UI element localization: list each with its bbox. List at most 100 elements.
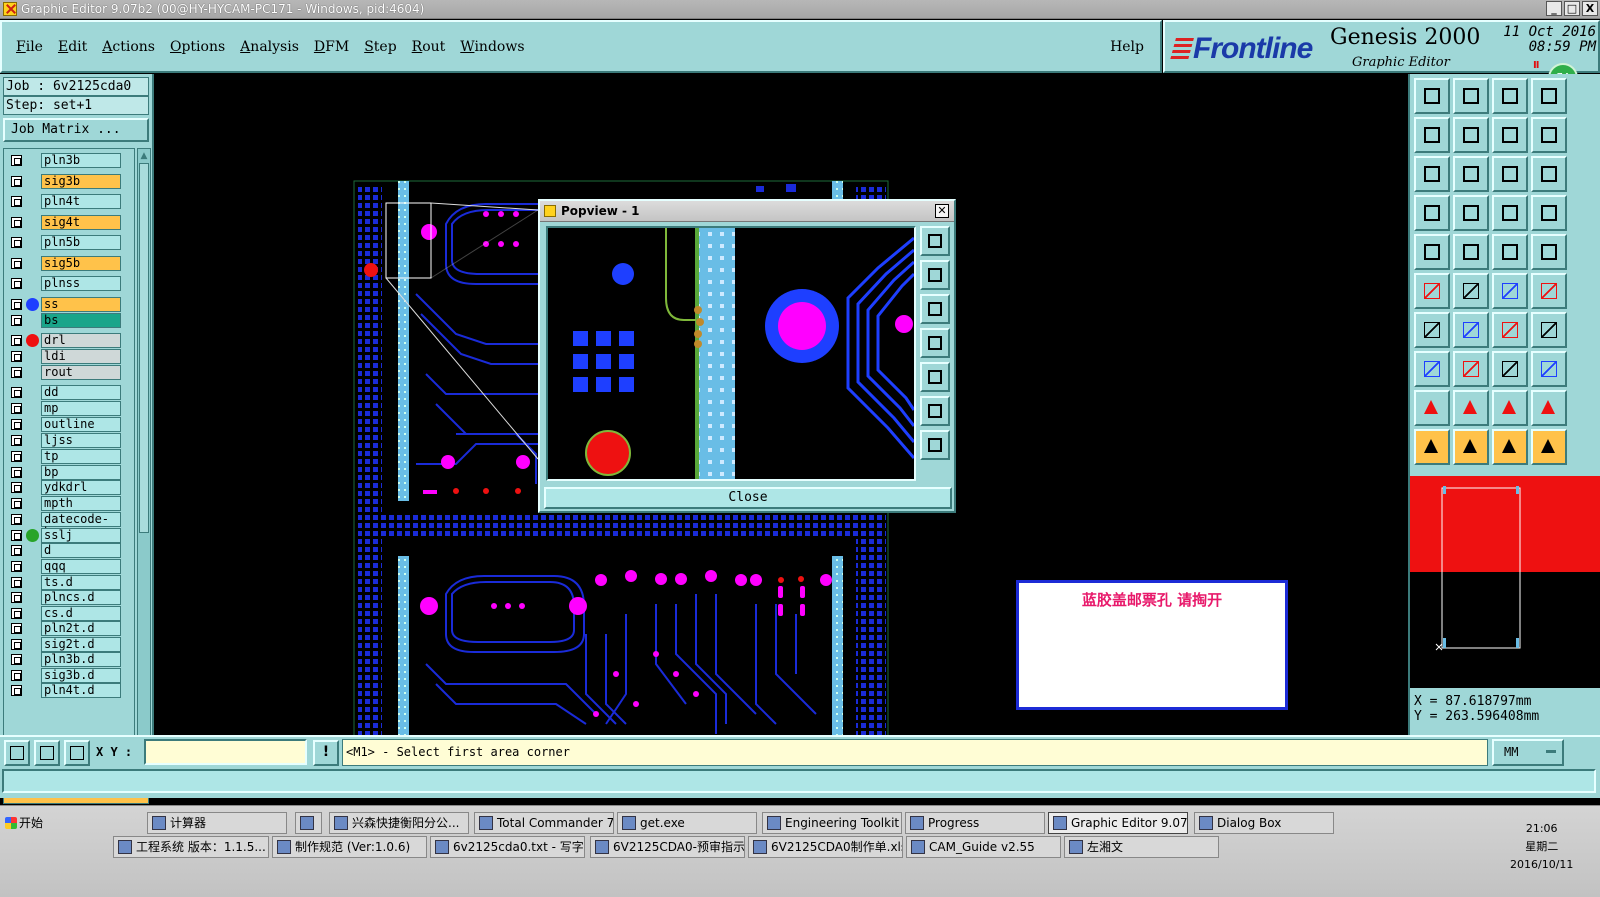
line-tool-button[interactable] bbox=[1414, 312, 1450, 348]
pointer-orange-button[interactable] bbox=[1492, 429, 1528, 465]
layer-checkbox[interactable] bbox=[11, 514, 22, 525]
layer-name[interactable]: outline bbox=[41, 417, 121, 432]
layer-row[interactable]: mp bbox=[4, 400, 134, 416]
layer-checkbox[interactable] bbox=[11, 654, 22, 665]
layer-checkbox[interactable] bbox=[11, 592, 22, 603]
popview-pan-right-button[interactable] bbox=[920, 362, 950, 392]
layer-name[interactable]: sig3b bbox=[41, 174, 121, 189]
layer-row[interactable]: plnss bbox=[4, 275, 134, 291]
pause-indicator[interactable]: II bbox=[1533, 60, 1540, 71]
layer-checkbox[interactable] bbox=[11, 498, 22, 509]
menu-dfm[interactable]: DFM bbox=[314, 39, 349, 55]
menu-windows[interactable]: Windows bbox=[460, 39, 524, 55]
layer-row[interactable]: sig4t bbox=[4, 214, 134, 230]
pointer-red-button[interactable] bbox=[1453, 429, 1489, 465]
layer-row[interactable]: sig3b.d bbox=[4, 667, 134, 683]
layer-checkbox[interactable] bbox=[11, 545, 22, 556]
taskbar-button[interactable] bbox=[295, 812, 322, 834]
resize-button[interactable] bbox=[1531, 351, 1567, 387]
overview-map[interactable] bbox=[1408, 476, 1600, 688]
layer-row[interactable]: cs.d bbox=[4, 605, 134, 621]
slash-tool-button[interactable] bbox=[1453, 312, 1489, 348]
layer-checkbox[interactable] bbox=[11, 639, 22, 650]
popview-canvas[interactable] bbox=[546, 226, 916, 481]
move-button[interactable] bbox=[1492, 273, 1528, 309]
menu-options[interactable]: Options bbox=[170, 39, 225, 55]
close-button[interactable]: X bbox=[1582, 1, 1598, 16]
pointer-button[interactable] bbox=[1414, 429, 1450, 465]
layer-name[interactable]: d bbox=[41, 543, 121, 558]
taskbar-button[interactable]: 6v2125cda0.txt - 写字板 bbox=[430, 836, 585, 858]
clock[interactable]: 21:06 星期二 2016/10/11 bbox=[1510, 820, 1573, 874]
taskbar-button[interactable]: 左湘文 bbox=[1064, 836, 1219, 858]
menu-actions[interactable]: Actions bbox=[102, 39, 155, 55]
layer-row[interactable]: ts.d bbox=[4, 574, 134, 590]
triangle-b-button[interactable] bbox=[1453, 390, 1489, 426]
layer-row[interactable]: pln2t.d bbox=[4, 620, 134, 636]
undo-zoom-button[interactable] bbox=[1492, 117, 1528, 153]
cut-line-button[interactable] bbox=[1453, 351, 1489, 387]
layer-name[interactable]: bs bbox=[41, 313, 121, 328]
layer-display-button[interactable] bbox=[1492, 195, 1528, 231]
layer-row[interactable]: ss bbox=[4, 296, 134, 312]
layer-row[interactable]: pln3b bbox=[4, 152, 134, 168]
layer-row[interactable]: pln4t.d bbox=[4, 682, 134, 698]
popview-zoom-out-button[interactable] bbox=[920, 430, 950, 460]
layer-row[interactable]: dd bbox=[4, 384, 134, 400]
scroll-up-icon[interactable]: ▲ bbox=[139, 151, 149, 161]
layer-name[interactable]: mp bbox=[41, 401, 121, 416]
layer-name[interactable]: ss bbox=[41, 297, 121, 312]
taskbar-button[interactable]: 工程系统 版本：1.1.5... bbox=[113, 836, 269, 858]
layer-name[interactable]: tp bbox=[41, 449, 121, 464]
layer-name[interactable]: drl bbox=[41, 333, 121, 348]
triangle-c-button[interactable] bbox=[1492, 390, 1528, 426]
layer-checkbox[interactable] bbox=[11, 530, 22, 541]
zoom-fit-button[interactable] bbox=[1414, 156, 1450, 192]
grid-mode-button[interactable] bbox=[64, 740, 90, 766]
zoom-center-button[interactable] bbox=[1453, 156, 1489, 192]
layer-checkbox[interactable] bbox=[11, 335, 22, 346]
layer-checkbox[interactable] bbox=[11, 419, 22, 430]
layer-checkbox[interactable] bbox=[11, 482, 22, 493]
taskbar-button[interactable]: Graphic Editor 9.07... bbox=[1048, 812, 1188, 834]
layer-row[interactable]: bs bbox=[4, 312, 134, 328]
menu-help[interactable]: Help bbox=[1110, 39, 1144, 55]
layer-checkbox[interactable] bbox=[11, 561, 22, 572]
layer-name[interactable]: plncs.d bbox=[41, 590, 121, 605]
add-pad-button[interactable] bbox=[1414, 351, 1450, 387]
layer-row[interactable]: sslj bbox=[4, 527, 134, 543]
snap-mode-button[interactable] bbox=[4, 740, 30, 766]
popview-pan-left-button[interactable] bbox=[920, 328, 950, 358]
layer-checkbox[interactable] bbox=[11, 196, 22, 207]
layer-row[interactable]: qqq bbox=[4, 558, 134, 574]
wrench-tool-button[interactable] bbox=[1414, 195, 1450, 231]
layer-row[interactable]: sig2t.d bbox=[4, 636, 134, 652]
grid-button[interactable] bbox=[1453, 195, 1489, 231]
layer-row[interactable]: outline bbox=[4, 416, 134, 432]
ruler-button[interactable] bbox=[1492, 234, 1528, 270]
layer-name[interactable]: pln5b bbox=[41, 235, 121, 250]
save-view-button[interactable] bbox=[1453, 78, 1489, 114]
layer-checkbox[interactable] bbox=[11, 467, 22, 478]
layer-checkbox[interactable] bbox=[11, 367, 22, 378]
triangle-a-button[interactable] bbox=[1414, 390, 1450, 426]
taskbar-button[interactable]: 制作规范 (Ver:1.0.6) bbox=[272, 836, 427, 858]
popview-pan-up-button[interactable] bbox=[920, 260, 950, 290]
layer-name[interactable]: pln2t.d bbox=[41, 621, 121, 636]
layer-checkbox[interactable] bbox=[11, 403, 22, 414]
scale-1-2-button[interactable] bbox=[1492, 156, 1528, 192]
layer-name[interactable]: sslj bbox=[41, 528, 121, 543]
layer-checkbox[interactable] bbox=[11, 608, 22, 619]
start-button[interactable]: 开始 bbox=[2, 812, 50, 834]
measure-mode-button[interactable] bbox=[34, 740, 60, 766]
xy-input[interactable] bbox=[144, 739, 307, 765]
job-matrix-button[interactable]: Job Matrix ... bbox=[3, 118, 149, 142]
layer-name[interactable]: ydkdrl bbox=[41, 480, 121, 495]
layer-name[interactable]: rout bbox=[41, 365, 121, 380]
taskbar-button[interactable]: 6V2125CDA0-预审指示.... bbox=[590, 836, 745, 858]
layer-name[interactable]: mpth bbox=[41, 496, 121, 511]
taskbar-button[interactable]: Total Commander 7.0 ... bbox=[474, 812, 614, 834]
layer-name[interactable]: ts.d bbox=[41, 575, 121, 590]
layer-checkbox[interactable] bbox=[11, 299, 22, 310]
taskbar-button[interactable]: Progress bbox=[905, 812, 1045, 834]
